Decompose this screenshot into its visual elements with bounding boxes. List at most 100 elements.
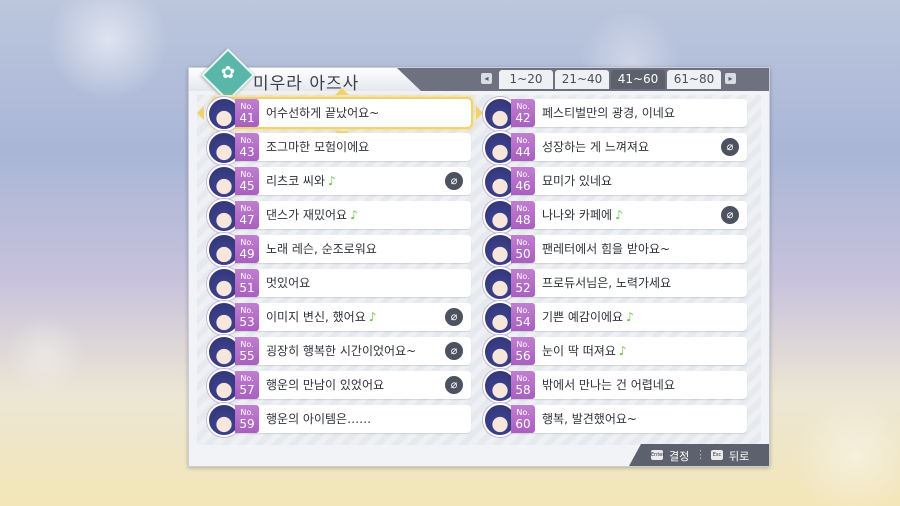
tab-page-4[interactable]: 61~80 <box>667 70 721 89</box>
memory-title-text: 팬레터에서 힘을 받아요~ <box>542 242 671 256</box>
selection-arrow-left-icon <box>197 106 204 120</box>
memory-number-badge: No. 51 <box>235 269 259 297</box>
memory-title-text: 프로듀서님은, 노력가세요 <box>542 276 672 290</box>
memory-number: 56 <box>515 349 531 363</box>
memory-number: 44 <box>515 145 531 159</box>
memory-number: 42 <box>515 111 531 125</box>
memory-title-text: 어수선하게 끝났어요~ <box>266 106 380 120</box>
memory-item[interactable]: No. 60 행복, 발견했어요~ <box>483 403 747 437</box>
memory-title-text: 나나와 카페에 <box>542 208 613 222</box>
memory-item[interactable]: No. 49 노래 레슨, 순조로워요 <box>207 233 471 267</box>
clip-icon: ⌀ <box>445 308 463 326</box>
memory-title: 굉장히 행복한 시간이었어요~ <box>266 337 416 365</box>
music-note-icon: ♪ <box>626 310 634 324</box>
memory-item[interactable]: No. 47 댄스가 재밌어요 ♪ <box>207 199 471 233</box>
memory-title: 나나와 카페에 ♪ <box>542 201 623 229</box>
memory-number-badge: No. 44 <box>511 133 535 161</box>
memory-title: 노래 레슨, 순조로워요 <box>266 235 377 263</box>
memory-title: 페스티벌만의 광경, 이네요 <box>542 99 675 127</box>
memory-title-text: 성장하는 게 느껴져요 <box>542 140 649 154</box>
memory-title: 기쁜 예감이에요 ♪ <box>542 303 634 331</box>
memory-title-text: 묘미가 있네요 <box>542 174 613 188</box>
memory-number: 58 <box>515 383 531 397</box>
music-note-icon: ♪ <box>350 208 358 222</box>
memory-number-badge: No. 58 <box>511 371 535 399</box>
memory-item[interactable]: No. 54 기쁜 예감이에요 ♪ <box>483 301 747 335</box>
tab-page-2[interactable]: 21~40 <box>555 70 609 89</box>
music-note-icon: ♪ <box>618 344 627 358</box>
memory-number-badge: No. 41 <box>235 99 259 127</box>
memory-title: 멋있어요 <box>266 269 310 297</box>
clip-icon: ⌀ <box>445 172 463 190</box>
selection-arrow-right-icon <box>476 106 483 120</box>
emblem-glyph-icon: ✿ <box>220 63 236 83</box>
memory-item[interactable]: No. 43 조그마한 모험이에요 <box>207 131 471 165</box>
tab-page-1[interactable]: 1~20 <box>499 70 553 89</box>
memory-item[interactable]: No. 46 묘미가 있네요 <box>483 165 747 199</box>
clip-icon: ⌀ <box>721 138 739 156</box>
back-label[interactable]: 뒤로 <box>729 448 749 464</box>
memory-title: 묘미가 있네요 <box>542 167 612 195</box>
clip-icon: ⌀ <box>445 342 463 360</box>
memory-list: No. 41 어수선하게 끝났어요~ No. 42 페스티벌만의 광경, 이네요 No. 43… <box>197 88 761 445</box>
memory-number: 49 <box>239 247 255 261</box>
memory-title: 리츠코 씨와 ♪ <box>266 167 336 195</box>
memory-item[interactable]: No. 52 프로듀서님은, 노력가세요 <box>483 267 747 301</box>
tab-page-3[interactable]: 41~60 <box>611 70 665 89</box>
panel-header: 미우라 아즈사 ◂ 1~20 21~40 41~60 61~80 ▸ <box>189 68 769 91</box>
memory-number: 60 <box>515 417 531 431</box>
memory-title-text: 굉장히 행복한 시간이었어요~ <box>266 344 417 358</box>
selection-arrow-up-icon <box>335 88 349 95</box>
memory-title-text: 리츠코 씨와 <box>266 174 326 188</box>
memory-item[interactable]: No. 44 성장하는 게 느껴져요 ⌀ <box>483 131 747 165</box>
memory-number: 52 <box>515 281 531 295</box>
memory-title-text: 밖에서 만나는 건 어렵네요 <box>542 378 675 392</box>
memory-number: 46 <box>515 179 531 193</box>
music-note-icon: ♪ <box>368 310 377 324</box>
memory-title: 어수선하게 끝났어요~ <box>266 99 379 127</box>
clip-icon: ⌀ <box>721 206 739 224</box>
memory-title-text: 조그마한 모험이에요 <box>266 140 370 154</box>
memory-number-badge: No. 60 <box>511 405 535 433</box>
memory-item[interactable]: No. 59 행운의 아이템은…… <box>207 403 471 437</box>
memory-number: 51 <box>239 281 255 295</box>
memory-number-badge: No. 52 <box>511 269 535 297</box>
tab-next-key-icon[interactable]: ▸ <box>725 73 736 84</box>
esc-key-icon: Esc <box>711 450 723 460</box>
memory-item[interactable]: No. 41 어수선하게 끝났어요~ <box>197 88 483 138</box>
memory-number-badge: No. 55 <box>235 337 259 365</box>
clip-icon: ⌀ <box>445 376 463 394</box>
memory-number-badge: No. 54 <box>511 303 535 331</box>
memory-number: 57 <box>239 383 255 397</box>
memory-number: 54 <box>515 315 531 329</box>
memory-item[interactable]: No. 42 페스티벌만의 광경, 이네요 <box>483 97 747 131</box>
memory-title: 조그마한 모험이에요 <box>266 133 369 161</box>
memory-item[interactable]: No. 56 눈이 딱 떠져요 ♪ <box>483 335 747 369</box>
memory-item[interactable]: No. 55 굉장히 행복한 시간이었어요~ ⌀ <box>207 335 471 369</box>
memory-item[interactable]: No. 51 멋있어요 <box>207 267 471 301</box>
memory-title: 밖에서 만나는 건 어렵네요 <box>542 371 675 399</box>
memory-item[interactable]: No. 53 이미지 변신, 했어요 ♪ ⌀ <box>207 301 471 335</box>
memory-number: 59 <box>239 417 255 431</box>
memory-title-text: 행운의 아이템은…… <box>266 412 372 426</box>
memory-item[interactable]: No. 58 밖에서 만나는 건 어렵네요 <box>483 369 747 403</box>
memory-number-badge: No. 56 <box>511 337 535 365</box>
memory-item[interactable]: No. 48 나나와 카페에 ♪ ⌀ <box>483 199 747 233</box>
memory-number: 41 <box>239 111 255 125</box>
memory-list-panel: 미우라 아즈사 ◂ 1~20 21~40 41~60 61~80 ▸ ✿ No. 41 어수… <box>188 48 770 467</box>
memory-number: 55 <box>239 349 255 363</box>
memory-item[interactable]: No. 50 팬레터에서 힘을 받아요~ <box>483 233 747 267</box>
memory-item[interactable]: No. 45 리츠코 씨와 ♪ ⌀ <box>207 165 471 199</box>
memory-item[interactable]: No. 57 행운의 만남이 있었어요 ⌀ <box>207 369 471 403</box>
confirm-label[interactable]: 결정 <box>669 448 689 464</box>
memory-title: 프로듀서님은, 노력가세요 <box>542 269 671 297</box>
memory-title: 행복, 발견했어요~ <box>542 405 637 433</box>
memory-title: 성장하는 게 느껴져요 <box>542 133 649 161</box>
memory-number: 43 <box>239 145 255 159</box>
memory-title: 이미지 변신, 했어요 ♪ <box>266 303 376 331</box>
memory-number: 53 <box>239 315 255 329</box>
footer: Enter 결정 ⋮ Esc 뒤로 <box>189 444 769 466</box>
tab-prev-key-icon[interactable]: ◂ <box>481 73 492 84</box>
memory-number: 50 <box>515 247 531 261</box>
memory-number-badge: No. 47 <box>235 201 259 229</box>
